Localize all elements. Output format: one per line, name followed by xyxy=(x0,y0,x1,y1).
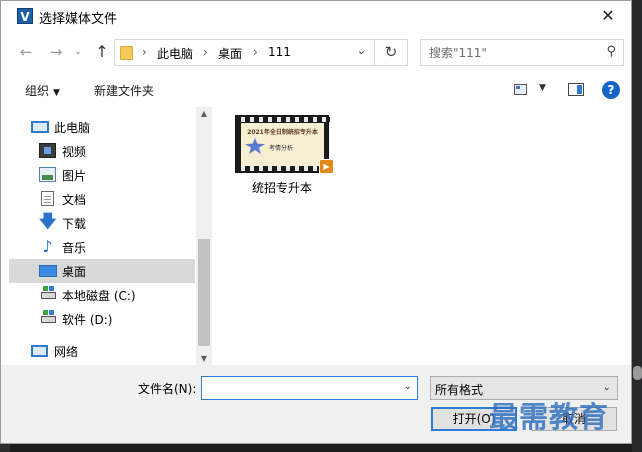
search-icon[interactable]: ⚲ xyxy=(606,44,616,59)
filename-input[interactable] xyxy=(206,379,396,397)
refresh-button[interactable]: ↻ xyxy=(375,39,408,66)
tree-item-label: 音乐 xyxy=(62,241,87,255)
up-one-level-button[interactable]: ↑ xyxy=(91,41,113,63)
star-burst-icon xyxy=(245,138,265,154)
caret-down-icon: ▼ xyxy=(53,88,60,98)
drive-d-icon xyxy=(41,310,56,323)
search-box[interactable]: ⚲ xyxy=(420,39,624,66)
tree-item-downloads[interactable]: 🡇 下载 xyxy=(9,211,195,235)
scroll-down-icon[interactable]: ▼ xyxy=(196,354,212,363)
videos-icon xyxy=(39,143,56,158)
tree-item-music[interactable]: ♪ 音乐 xyxy=(9,235,195,259)
film-strip-holes xyxy=(236,166,330,171)
tree-item-videos[interactable]: 视频 xyxy=(9,139,195,163)
navigation-pane: 此电脑 视频 图片 文档 🡇 下载 ♪ 音乐 桌面 本地磁盘 (C:) 软件 (… xyxy=(1,107,196,365)
app-logo-icon: V xyxy=(17,8,33,24)
watermark-logo: 最需教育 xyxy=(489,400,610,434)
tree-item-label: 下载 xyxy=(62,217,87,231)
documents-icon xyxy=(41,191,54,206)
tree-item-label: 图片 xyxy=(62,169,87,183)
drive-c-icon xyxy=(41,286,56,299)
tree-item-pictures[interactable]: 图片 xyxy=(9,163,195,187)
tree-item-label: 本地磁盘 (C:) xyxy=(62,289,136,303)
tree-item-label: 网络 xyxy=(54,345,79,359)
tree-item-label: 文档 xyxy=(62,193,87,207)
change-view-icon[interactable] xyxy=(514,84,527,95)
breadcrumb-separator-icon: › xyxy=(253,45,258,59)
navigation-pane-scrollbar[interactable]: ▲ ▼ xyxy=(196,107,212,365)
music-icon: ♪ xyxy=(42,237,53,256)
filename-label: 文件名(N): xyxy=(138,382,197,396)
address-history-dropdown-icon[interactable]: ⌄ xyxy=(357,44,366,57)
search-input[interactable] xyxy=(429,44,599,62)
preview-pane-icon[interactable] xyxy=(568,83,584,96)
chevron-down-icon: ⌄ xyxy=(602,382,611,393)
downloads-icon: 🡇 xyxy=(39,212,57,232)
play-icon: ▶ xyxy=(319,159,334,174)
video-thumbnail: 2021年全日制统招专升本 考情分析 xyxy=(235,115,330,173)
title-bar[interactable]: V 选择媒体文件 ✕ xyxy=(1,1,631,31)
pictures-icon xyxy=(39,167,56,182)
background-scroll-handle[interactable] xyxy=(633,366,642,380)
organize-label: 组织 xyxy=(25,84,50,98)
tree-item-network[interactable]: 网络 xyxy=(9,339,195,363)
tree-item-drive-d[interactable]: 软件 (D:) xyxy=(9,307,195,331)
folder-icon xyxy=(120,46,133,60)
breadcrumb-desktop[interactable]: 桌面 xyxy=(218,45,242,62)
thumbnail-title: 2021年全日制统招专升本 xyxy=(247,129,318,136)
recent-locations-button[interactable]: ⌄ xyxy=(71,41,85,63)
new-folder-button[interactable]: 新建文件夹 xyxy=(94,82,154,99)
network-icon xyxy=(31,345,48,357)
organize-button[interactable]: 组织 ▼ xyxy=(25,82,60,99)
scrollbar-thumb[interactable] xyxy=(198,239,210,346)
view-options-caret-icon[interactable]: ▼ xyxy=(539,83,546,93)
filename-dropdown-icon[interactable]: ⌄ xyxy=(404,381,412,392)
filename-combobox[interactable]: ⌄ xyxy=(201,376,418,400)
tree-item-label: 桌面 xyxy=(62,265,87,279)
file-name: 统招专升本 xyxy=(251,181,312,195)
command-toolbar: 组织 ▼ 新建文件夹 ▼ ? xyxy=(1,75,631,105)
thumbnail-frame: 2021年全日制统招专升本 考情分析 xyxy=(241,123,324,166)
forward-button[interactable]: → xyxy=(45,41,67,63)
scroll-up-icon[interactable]: ▲ xyxy=(196,109,212,118)
computer-icon xyxy=(31,121,49,133)
file-item[interactable]: 2021年全日制统招专升本 考情分析 ▶ 统招专升本 xyxy=(233,115,337,197)
tree-item-desktop[interactable]: 桌面 xyxy=(9,259,195,283)
tree-item-documents[interactable]: 文档 xyxy=(9,187,195,211)
file-list-view: 2021年全日制统招专升本 考情分析 ▶ 统招专升本 xyxy=(213,107,631,365)
navigation-bar: ← → ⌄ ↑ › 此电脑 › 桌面 › 111 ⌄ ↻ ⚲ xyxy=(1,35,631,69)
tree-item-label: 软件 (D:) xyxy=(62,313,113,327)
thumbnail-subtitle: 考情分析 xyxy=(269,145,294,152)
address-bar[interactable]: › 此电脑 › 桌面 › 111 ⌄ xyxy=(114,39,375,66)
film-strip-holes xyxy=(236,117,330,122)
breadcrumb-separator-icon: › xyxy=(203,45,208,59)
back-button[interactable]: ← xyxy=(15,41,37,63)
breadcrumb-this-pc[interactable]: 此电脑 xyxy=(157,45,193,62)
tree-item-this-pc[interactable]: 此电脑 xyxy=(9,115,195,139)
tree-item-drive-c[interactable]: 本地磁盘 (C:) xyxy=(9,283,195,307)
tree-item-label: 此电脑 xyxy=(54,121,91,135)
help-icon[interactable]: ? xyxy=(602,81,620,99)
file-open-dialog: V 选择媒体文件 ✕ ← → ⌄ ↑ › 此电脑 › 桌面 › 111 ⌄ ↻ … xyxy=(0,0,632,444)
background-app-strip-right xyxy=(632,0,642,452)
tree-item-label: 视频 xyxy=(62,145,87,159)
breadcrumb-current-folder[interactable]: 111 xyxy=(268,45,291,59)
breadcrumb-separator-icon: › xyxy=(142,45,147,59)
close-button[interactable]: ✕ xyxy=(585,1,631,31)
file-type-value: 所有格式 xyxy=(435,383,484,397)
desktop-icon xyxy=(39,265,57,277)
dialog-title: 选择媒体文件 xyxy=(39,12,118,27)
